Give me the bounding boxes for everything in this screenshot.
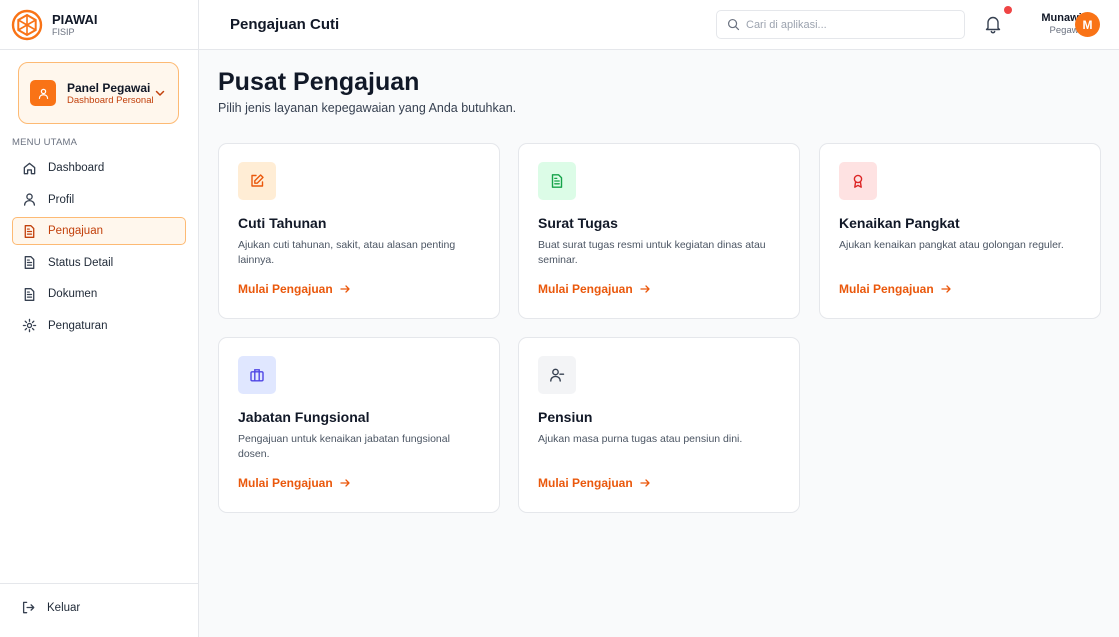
main-menu: Dashboard Profil Pengajuan Status Detail… xyxy=(12,154,186,344)
link-label: Mulai Pengajuan xyxy=(538,476,633,490)
sidebar-item-dokumen[interactable]: Dokumen xyxy=(12,280,186,308)
divider xyxy=(0,49,199,50)
panel-title: Panel Pegawai xyxy=(67,80,151,95)
start-application-link[interactable]: Mulai Pengajuan xyxy=(238,476,351,490)
sidebar-item-label: Dashboard xyxy=(48,162,105,174)
sidebar: PIAWAI FISIP Panel Pegawai Dashboard Per… xyxy=(0,0,199,637)
brand-subtitle: FISIP xyxy=(52,27,75,37)
search-input[interactable] xyxy=(746,18,946,31)
edit-icon xyxy=(238,162,276,200)
chevron-down-icon xyxy=(155,90,165,96)
panel-switcher[interactable]: Panel Pegawai Dashboard Personal xyxy=(18,62,179,124)
avatar[interactable]: M xyxy=(1075,12,1100,37)
file-icon xyxy=(24,256,35,270)
card-jabatan-fungsional[interactable]: Jabatan Fungsional Pengajuan untuk kenai… xyxy=(218,337,500,513)
card-title: Pensiun xyxy=(538,409,593,425)
notification-badge xyxy=(1004,6,1012,14)
arrow-right-icon xyxy=(640,285,650,293)
sidebar-item-pengajuan[interactable]: Pengajuan xyxy=(12,217,186,246)
file-icon xyxy=(24,224,35,238)
link-label: Mulai Pengajuan xyxy=(238,476,333,490)
link-label: Mulai Pengajuan xyxy=(238,282,333,296)
award-icon xyxy=(839,162,877,200)
search-box[interactable] xyxy=(716,10,965,39)
card-description: Pengajuan untuk kenaikan jabatan fungsio… xyxy=(238,433,450,460)
bell-icon[interactable] xyxy=(984,14,1002,34)
card-pensiun[interactable]: Pensiun Ajukan masa purna tugas atau pen… xyxy=(518,337,800,513)
start-application-link[interactable]: Mulai Pengajuan xyxy=(538,282,651,296)
arrow-right-icon xyxy=(340,285,350,293)
card-title: Jabatan Fungsional xyxy=(238,409,370,425)
logo-icon xyxy=(11,9,43,41)
card-description: Ajukan cuti tahunan, sakit, atau alasan … xyxy=(238,239,456,266)
card-description: Ajukan masa purna tugas atau pensiun din… xyxy=(538,433,743,445)
sidebar-item-pengaturan[interactable]: Pengaturan xyxy=(12,312,186,340)
user-minus-icon xyxy=(538,356,576,394)
sidebar-item-label: Profil xyxy=(48,193,75,206)
divider xyxy=(0,583,199,584)
start-application-link[interactable]: Mulai Pengajuan xyxy=(538,476,651,490)
arrow-right-icon xyxy=(941,285,951,293)
sidebar-item-label: Dokumen xyxy=(48,288,98,301)
file-icon xyxy=(24,287,35,301)
briefcase-icon xyxy=(238,356,276,394)
link-label: Mulai Pengajuan xyxy=(538,282,633,296)
arrow-right-icon xyxy=(640,479,650,487)
panel-subtitle: Dashboard Personal xyxy=(67,94,154,106)
gear-icon xyxy=(22,319,37,333)
brand-name: PIAWAI xyxy=(52,12,98,27)
document-icon xyxy=(538,162,576,200)
logout-icon xyxy=(22,601,35,614)
sidebar-item-dashboard[interactable]: Dashboard xyxy=(12,154,186,182)
start-application-link[interactable]: Mulai Pengajuan xyxy=(839,282,952,296)
start-application-link[interactable]: Mulai Pengajuan xyxy=(238,282,351,296)
logout-button[interactable]: Keluar xyxy=(21,600,80,615)
sidebar-item-label: Status Detail xyxy=(48,256,114,269)
sidebar-item-label: Pengajuan xyxy=(48,225,103,238)
page-title: Pusat Pengajuan xyxy=(218,68,420,96)
logout-label: Keluar xyxy=(47,601,81,614)
card-title: Surat Tugas xyxy=(538,215,618,231)
search-icon xyxy=(727,18,740,31)
brand[interactable]: PIAWAI FISIP xyxy=(11,9,98,41)
sidebar-item-status-detail[interactable]: Status Detail xyxy=(12,249,186,277)
page-header-title: Pengajuan Cuti xyxy=(230,16,340,33)
page-subtitle: Pilih jenis layanan kepegawaian yang And… xyxy=(218,101,517,115)
sidebar-item-label: Pengaturan xyxy=(48,319,108,332)
card-title: Cuti Tahunan xyxy=(238,215,327,231)
card-kenaikan-pangkat[interactable]: Kenaikan Pangkat Ajukan kenaikan pangkat… xyxy=(819,143,1101,319)
card-title: Kenaikan Pangkat xyxy=(839,215,960,231)
card-description: Buat surat tugas resmi untuk kegiatan di… xyxy=(538,239,766,266)
menu-heading: MENU UTAMA xyxy=(12,137,78,148)
card-cuti-tahunan[interactable]: Cuti Tahunan Ajukan cuti tahunan, sakit,… xyxy=(218,143,500,319)
user-icon xyxy=(30,80,56,106)
link-label: Mulai Pengajuan xyxy=(839,282,934,296)
user-icon xyxy=(23,193,36,206)
home-icon xyxy=(23,162,36,174)
sidebar-item-profil[interactable]: Profil xyxy=(12,186,186,214)
card-description: Ajukan kenaikan pangkat atau golongan re… xyxy=(839,239,1064,251)
arrow-right-icon xyxy=(340,479,350,487)
card-surat-tugas[interactable]: Surat Tugas Buat surat tugas resmi untuk… xyxy=(518,143,800,319)
top-header: Pengajuan Cuti Munawir Pegawai M xyxy=(199,0,1119,50)
